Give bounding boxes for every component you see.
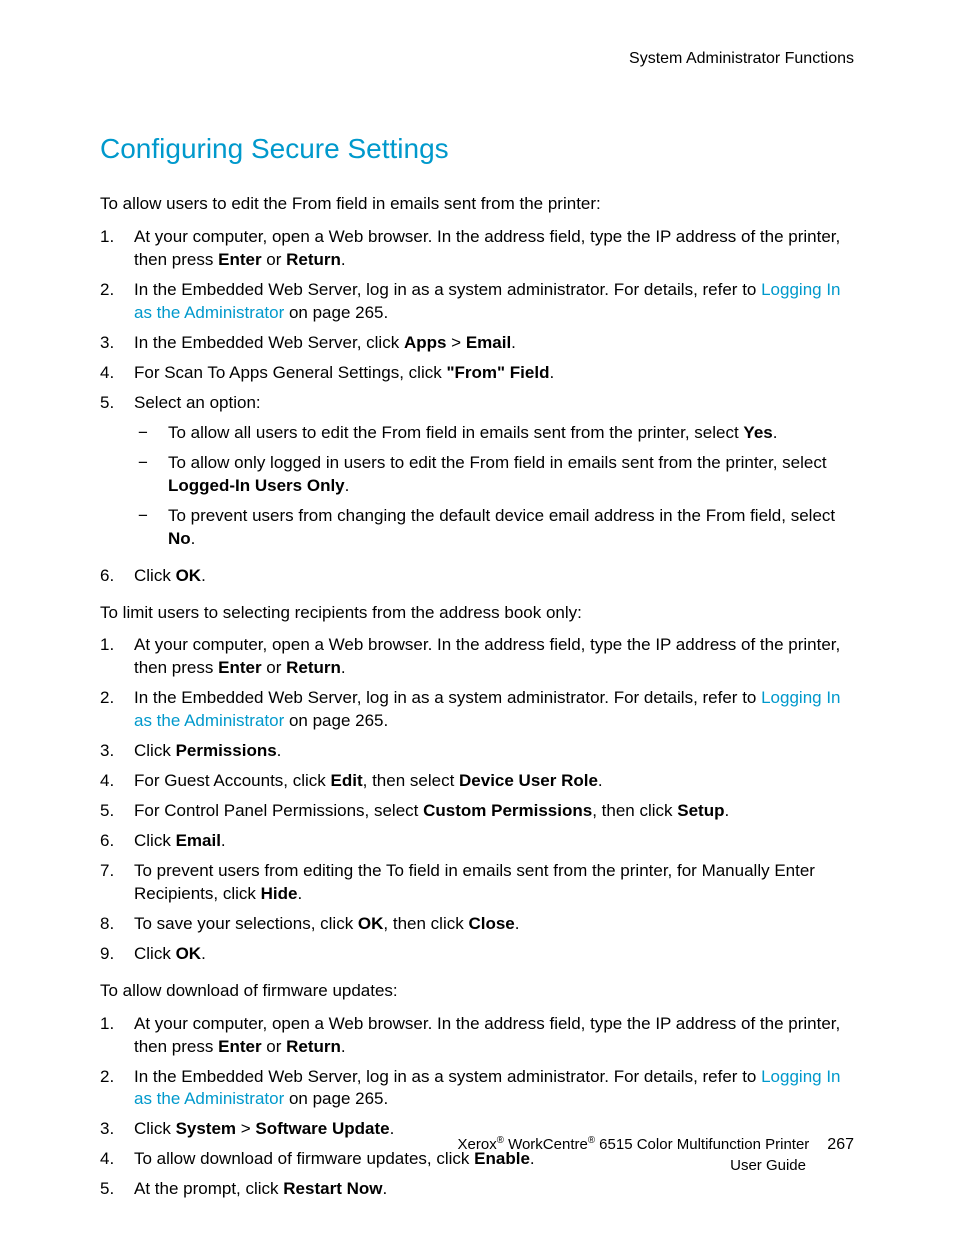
list-item: 5.Select an option:−To allow all users t…: [100, 392, 854, 558]
list-item: 2.In the Embedded Web Server, log in as …: [100, 279, 854, 325]
section-intro: To allow users to edit the From field in…: [100, 193, 854, 216]
list-item: 1.At your computer, open a Web browser. …: [100, 226, 854, 272]
list-item: 3.Click Permissions.: [100, 740, 854, 763]
list-item: 2.In the Embedded Web Server, log in as …: [100, 687, 854, 733]
list-item: 3.In the Embedded Web Server, click Apps…: [100, 332, 854, 355]
section-intro: To limit users to selecting recipients f…: [100, 602, 854, 625]
footer-sub: User Guide: [458, 1156, 854, 1176]
list-item: 8.To save your selections, click OK, the…: [100, 913, 854, 936]
section-intro: To allow download of firmware updates:: [100, 980, 854, 1003]
numbered-list: 1.At your computer, open a Web browser. …: [100, 634, 854, 965]
list-item: 6.Click OK.: [100, 565, 854, 588]
sub-item: −To allow all users to edit the From fie…: [134, 422, 854, 445]
sub-item: −To allow only logged in users to edit t…: [134, 452, 854, 498]
page-footer: Xerox® WorkCentre® 6515 Color Multifunct…: [458, 1135, 854, 1175]
list-item: 5.At the prompt, click Restart Now.: [100, 1178, 854, 1201]
xref-link[interactable]: Logging In as the Administrator: [134, 1067, 841, 1109]
list-item: 4.For Scan To Apps General Settings, cli…: [100, 362, 854, 385]
page-number: 267: [827, 1135, 854, 1156]
header-section: System Administrator Functions: [100, 48, 854, 70]
list-item: 1.At your computer, open a Web browser. …: [100, 1013, 854, 1059]
list-item: 7.To prevent users from editing the To f…: [100, 860, 854, 906]
numbered-list: 1.At your computer, open a Web browser. …: [100, 226, 854, 587]
list-item: 2.In the Embedded Web Server, log in as …: [100, 1066, 854, 1112]
list-item: 1.At your computer, open a Web browser. …: [100, 634, 854, 680]
sub-item: −To prevent users from changing the defa…: [134, 505, 854, 551]
xref-link[interactable]: Logging In as the Administrator: [134, 688, 841, 730]
page-title: Configuring Secure Settings: [100, 130, 854, 168]
list-item: 9.Click OK.: [100, 943, 854, 966]
footer-product: Xerox® WorkCentre® 6515 Color Multifunct…: [458, 1135, 810, 1155]
xref-link[interactable]: Logging In as the Administrator: [134, 280, 841, 322]
list-item: 5.For Control Panel Permissions, select …: [100, 800, 854, 823]
list-item: 4.For Guest Accounts, click Edit, then s…: [100, 770, 854, 793]
body-content: To allow users to edit the From field in…: [100, 193, 854, 1201]
list-item: 6.Click Email.: [100, 830, 854, 853]
